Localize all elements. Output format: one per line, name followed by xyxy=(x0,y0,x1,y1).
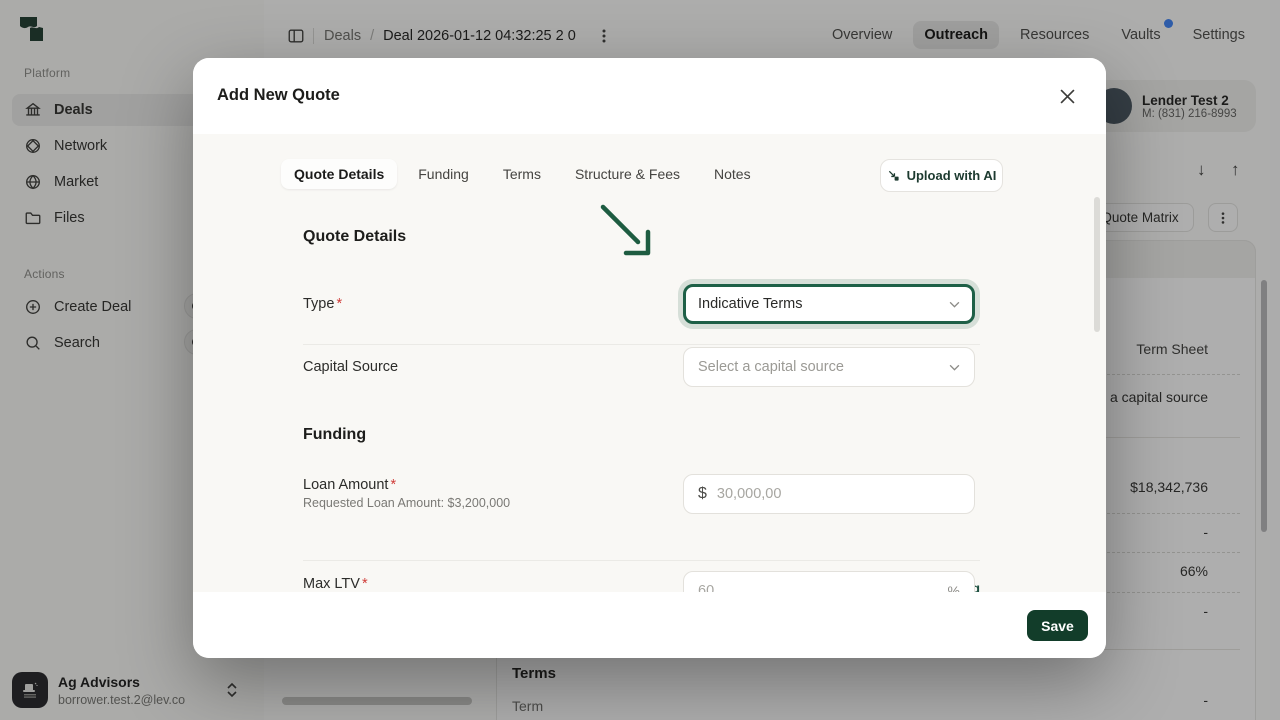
loan-amount-field: $ xyxy=(683,474,975,514)
close-icon xyxy=(1060,89,1075,104)
max-ltv-label: Max LTV* xyxy=(303,576,368,592)
field-divider xyxy=(303,344,980,345)
tab-notes[interactable]: Notes xyxy=(701,159,764,189)
modal-footer: Save xyxy=(193,592,1106,658)
capital-source-placeholder: Select a capital source xyxy=(698,359,844,375)
funding-heading: Funding xyxy=(303,426,366,444)
max-ltv-label-text: Max LTV xyxy=(303,576,360,592)
tab-quote-details[interactable]: Quote Details xyxy=(281,159,397,189)
required-marker: * xyxy=(390,477,396,493)
close-button[interactable] xyxy=(1056,85,1078,107)
save-button[interactable]: Save xyxy=(1027,610,1088,641)
tab-structure-fees[interactable]: Structure & Fees xyxy=(562,159,693,189)
loan-amount-hint: Requested Loan Amount: $3,200,000 xyxy=(303,496,510,510)
modal-scrollbar-thumb[interactable] xyxy=(1094,197,1100,332)
app-screen: Platform Deals Network Market xyxy=(0,0,1280,720)
loan-amount-input[interactable] xyxy=(717,486,960,502)
required-marker: * xyxy=(336,296,342,312)
chevron-down-icon xyxy=(949,364,960,371)
chevron-down-icon xyxy=(949,301,960,308)
field-divider xyxy=(303,560,980,561)
type-select-value: Indicative Terms xyxy=(698,296,803,312)
tab-terms[interactable]: Terms xyxy=(490,159,554,189)
type-label-text: Type xyxy=(303,296,334,312)
capital-source-label: Capital Source xyxy=(303,359,398,375)
type-select[interactable]: Indicative Terms xyxy=(683,284,975,324)
upload-with-ai-label: Upload with AI xyxy=(907,168,997,183)
loan-amount-label-text: Loan Amount xyxy=(303,477,388,493)
modal-tabs: Quote Details Funding Terms Structure & … xyxy=(281,159,764,189)
modal-title: Add New Quote xyxy=(217,86,340,105)
upload-with-ai-button[interactable]: Upload with AI xyxy=(880,159,1003,192)
add-new-quote-modal: Add New Quote Quote Details Funding Term… xyxy=(193,58,1106,658)
annotation-arrow-icon xyxy=(585,195,665,265)
quote-details-heading: Quote Details xyxy=(303,228,406,246)
required-marker: * xyxy=(362,576,368,592)
capital-source-select[interactable]: Select a capital source xyxy=(683,347,975,387)
tab-funding[interactable]: Funding xyxy=(405,159,482,189)
dollar-prefix-icon: $ xyxy=(698,485,707,503)
loan-amount-label: Loan Amount* xyxy=(303,477,396,493)
ai-upload-icon xyxy=(887,169,900,182)
type-label: Type* xyxy=(303,296,342,312)
